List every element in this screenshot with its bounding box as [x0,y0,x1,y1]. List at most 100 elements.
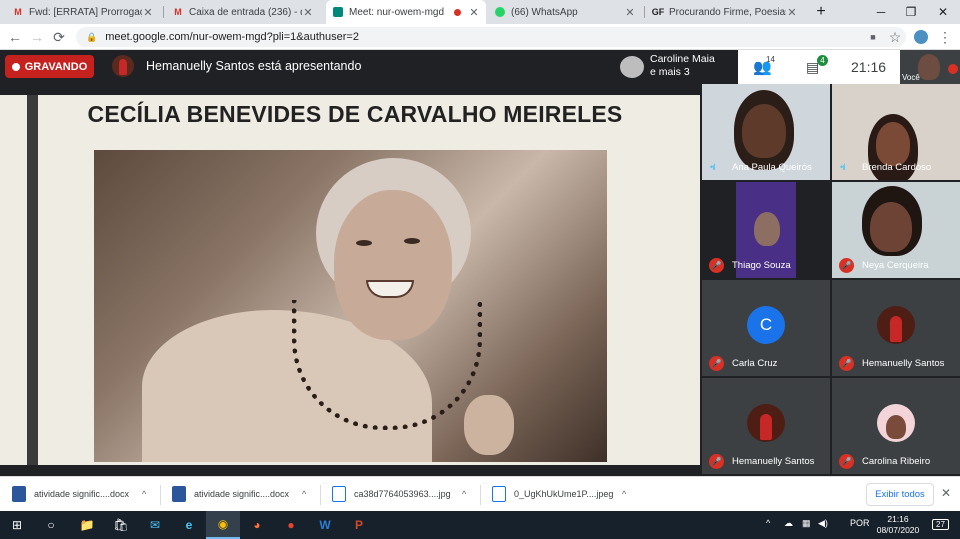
site-icon: GF [651,7,665,17]
word-icon[interactable]: W [308,511,342,539]
participant-name: Hemanuelly Santos [732,456,815,467]
url-field[interactable]: 🔒 meet.google.com/nur-owem-mgd?pli=1&aut… [76,27,906,47]
lock-icon: 🔒 [86,31,98,42]
participant-name: Neya Cerqueira [862,260,929,271]
mic-off-icon: 🎤 [839,258,854,273]
image-file-icon [492,486,506,502]
photo-eye [356,240,372,246]
meet-top-bar: GRAVANDO Hemanuelly Santos está apresent… [0,50,960,84]
search-button[interactable]: ○ [34,511,68,539]
gmail-icon: M [174,7,182,17]
self-view-tile[interactable]: Você [900,50,960,84]
tab-gmail-errata[interactable]: M Fwd: [ERRATA] Prorrogação de ✕ [6,0,160,24]
participant-name: Ana Paula Queirós [732,162,812,173]
file-explorer-icon[interactable]: 📁 [70,511,104,539]
mail-icon[interactable]: ✉ [138,511,172,539]
chevron-up-icon[interactable]: ^ [462,489,466,499]
mic-off-icon [948,64,958,74]
download-item[interactable]: ca38d7764053963....jpg ^ [332,481,472,507]
back-button[interactable]: ← [4,26,26,48]
url-text: meet.google.com/nur-owem-mgd?pli=1&authu… [105,31,359,43]
chevron-up-icon[interactable]: ^ [142,489,146,499]
show-all-downloads-button[interactable]: Exibir todos [866,483,934,506]
store-icon[interactable]: 🛍 [104,511,138,539]
camera-icon[interactable]: ■ [862,26,884,48]
speaking-indicator-icon: •ıl [840,162,846,172]
profile-avatar[interactable] [910,26,932,48]
participant-tile[interactable]: •ıl Ana Paula Queirós [702,84,830,180]
tab-meet[interactable]: Meet: nur-owem-mgd ✕ [326,0,486,24]
maximize-button[interactable]: ❐ [896,0,926,24]
tab-title: (66) WhatsApp [511,6,578,18]
participant-tile[interactable]: •ıl Brenda Cardoso [832,84,960,180]
word-file-icon [12,486,26,502]
new-tab-button[interactable]: + [806,0,836,24]
tab-title: Meet: nur-owem-mgd [349,6,445,18]
browser-menu-icon[interactable]: ⋮ [934,26,956,48]
chevron-up-icon[interactable]: ^ [302,489,306,499]
participant-name: Carolina Ribeiro [862,456,931,467]
downloads-bar: atividade signific....docx ^ atividade s… [0,476,960,511]
volume-icon[interactable]: ◀) [818,518,828,529]
tab-whatsapp[interactable]: (66) WhatsApp ✕ [488,0,642,24]
recording-indicator[interactable]: GRAVANDO [5,55,94,78]
participant-avatar [877,306,915,344]
close-downloads-icon[interactable]: ✕ [941,486,951,500]
participant-name: Thiago Souza [732,260,791,271]
start-button[interactable]: ⊞ [0,511,34,539]
slide-left-bar [27,95,38,465]
participant-tile[interactable]: 🎤 Carolina Ribeiro [832,378,960,474]
close-tab-icon[interactable]: ✕ [468,6,480,19]
close-tab-icon[interactable]: ✕ [786,6,798,19]
slide: CECÍLIA BENEVIDES DE CARVALHO MEIRELES [0,95,700,465]
download-filename: atividade signific....docx [34,489,130,499]
bookmark-star-icon[interactable]: ☆ [884,26,906,48]
close-tab-icon[interactable]: ✕ [302,6,314,19]
download-item[interactable]: atividade signific....docx ^ [12,481,152,507]
photo-hand [464,395,514,455]
participant-tile[interactable]: 🎤 Hemanuelly Santos [702,378,830,474]
mic-off-icon: 🎤 [839,356,854,371]
notifications-badge[interactable]: 27 [932,519,949,530]
download-separator [160,485,161,505]
reload-button[interactable]: ⟳ [48,26,70,48]
cloud-icon[interactable]: ☁ [784,518,793,529]
browser-tab-bar: M Fwd: [ERRATA] Prorrogação de ✕ M Caixa… [0,0,960,24]
tab-poesias[interactable]: GF Procurando Firme, Poesias Infa ✕ [646,0,804,24]
participant-avatar: C [747,306,785,344]
language-indicator[interactable]: POR [850,518,870,528]
download-item[interactable]: atividade signific....docx ^ [172,481,312,507]
firefox-icon[interactable]: ◕ [240,511,274,539]
tab-separator [644,6,645,18]
tab-gmail-inbox[interactable]: M Caixa de entrada (236) - daiana ✕ [166,0,320,24]
close-tab-icon[interactable]: ✕ [142,6,154,19]
meet-icon [332,6,344,18]
download-item[interactable]: 0_UgKhUkUme1P....jpeg ^ [492,481,632,507]
participant-tile[interactable]: C 🎤 Carla Cruz [702,280,830,376]
taskbar-clock[interactable]: 21:16 08/07/2020 [872,514,924,536]
network-icon[interactable]: ▦ [802,518,811,529]
meeting-clock: 21:16 [851,59,887,75]
mic-off-icon: 🎤 [709,258,724,273]
participant-name: Carla Cruz [732,358,778,369]
tray-chevron-icon[interactable]: ^ [766,518,770,528]
edge-icon[interactable]: e [172,511,206,539]
download-filename: atividade signific....docx [194,489,290,499]
participant-tile[interactable]: 🎤 Neya Cerqueira [832,182,960,278]
participant-tile[interactable]: 🎤 Thiago Souza [702,182,830,278]
close-window-button[interactable]: ✕ [928,0,958,24]
tab-title: Procurando Firme, Poesias Infa [669,6,786,18]
forward-button[interactable]: → [26,26,48,48]
speaking-indicator-icon: •ıl [710,162,716,172]
chevron-up-icon[interactable]: ^ [622,489,626,499]
close-tab-icon[interactable]: ✕ [624,6,636,19]
participant-tile[interactable]: 🎤 Hemanuelly Santos [832,280,960,376]
presenter-avatar [112,55,134,77]
chrome-icon[interactable]: ◉ [206,511,240,539]
powerpoint-icon[interactable]: P [342,511,376,539]
photo-eye [404,238,420,244]
minimize-button[interactable]: ─ [866,0,896,24]
self-video [918,54,940,80]
recorder-icon[interactable]: ● [274,511,308,539]
download-filename: ca38d7764053963....jpg [354,489,451,499]
